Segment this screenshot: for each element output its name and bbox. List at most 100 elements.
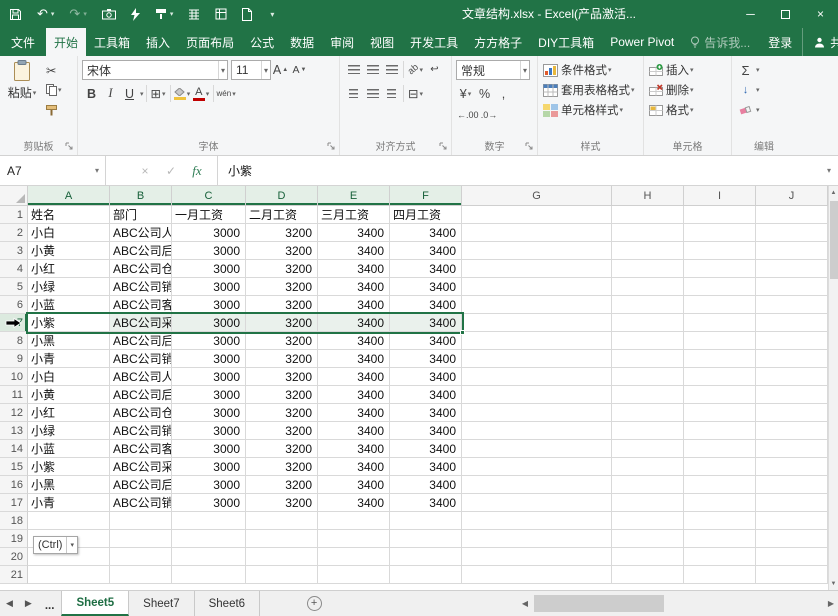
cell-H14[interactable] [612,440,684,458]
cell-J12[interactable] [756,404,828,422]
cell-E3[interactable]: 3400 [318,242,390,260]
format-as-table-button[interactable]: 套用表格格式▾ [542,80,640,100]
row-header-8[interactable]: 8 [0,332,28,350]
row-header-20[interactable]: 20 [0,548,28,566]
cell-D10[interactable]: 3200 [246,368,318,386]
cell-D2[interactable]: 3200 [246,224,318,242]
cell-A6[interactable]: 小蓝 [28,296,110,314]
cell-I3[interactable] [684,242,756,260]
cell-F21[interactable] [390,566,462,584]
paste-button[interactable]: 粘贴▾ [4,60,40,101]
flash-icon[interactable] [128,1,143,27]
cell-J18[interactable] [756,512,828,530]
cell-F18[interactable] [390,512,462,530]
cell-I5[interactable] [684,278,756,296]
cell-I9[interactable] [684,350,756,368]
cell-E17[interactable]: 3400 [318,494,390,512]
cell-E11[interactable]: 3400 [318,386,390,404]
cell-A21[interactable] [28,566,110,584]
cell-C10[interactable]: 3000 [172,368,246,386]
cell-E13[interactable]: 3400 [318,422,390,440]
cell-I18[interactable] [684,512,756,530]
name-box[interactable]: A7▾ [0,156,106,185]
cell-D8[interactable]: 3200 [246,332,318,350]
cell-B18[interactable] [110,512,172,530]
cell-J20[interactable] [756,548,828,566]
cell-C9[interactable]: 3000 [172,350,246,368]
sign-in-button[interactable]: 登录 [758,28,802,56]
sheet-tab-Sheet7[interactable]: Sheet7 [129,591,194,616]
cell-G8[interactable] [462,332,612,350]
select-all-corner[interactable] [0,186,28,205]
cell-H7[interactable] [612,314,684,332]
cell-G19[interactable] [462,530,612,548]
cell-E14[interactable]: 3400 [318,440,390,458]
row-header-1[interactable]: 1 [0,206,28,224]
save-icon[interactable] [6,1,25,27]
cell-A7[interactable]: 小紫 [28,314,110,332]
new-document-icon[interactable] [239,1,255,27]
phonetic-guide-button[interactable]: wén▾ [217,84,236,103]
tab-页面布局[interactable]: 页面布局 [178,28,242,56]
cell-F8[interactable]: 3400 [390,332,462,350]
cell-I15[interactable] [684,458,756,476]
camera-icon[interactable] [99,1,119,27]
cell-H9[interactable] [612,350,684,368]
clear-button[interactable] [737,101,754,120]
cell-J10[interactable] [756,368,828,386]
scroll-down-icon[interactable]: ▼ [829,577,838,590]
cell-E8[interactable]: 3400 [318,332,390,350]
cell-I6[interactable] [684,296,756,314]
cell-E20[interactable] [318,548,390,566]
cell-D20[interactable] [246,548,318,566]
cell-G21[interactable] [462,566,612,584]
merge-center-button[interactable]: ⊟▾ [407,84,424,103]
cell-J13[interactable] [756,422,828,440]
cell-C20[interactable] [172,548,246,566]
row-header-14[interactable]: 14 [0,440,28,458]
font-color-button[interactable]: A▾ [193,84,210,103]
cell-D16[interactable]: 3200 [246,476,318,494]
number-dialog-launcher[interactable] [524,141,535,152]
row-header-18[interactable]: 18 [0,512,28,530]
cell-I17[interactable] [684,494,756,512]
column-header-B[interactable]: B [110,186,172,205]
cell-F15[interactable]: 3400 [390,458,462,476]
cell-A14[interactable]: 小蓝 [28,440,110,458]
share-button[interactable]: 共享 [802,28,838,56]
cell-H11[interactable] [612,386,684,404]
cell-A17[interactable]: 小青 [28,494,110,512]
cell-G1[interactable] [462,206,612,224]
currency-button[interactable]: ¥▾ [457,84,474,103]
format-tool-icon[interactable]: ▾ [152,1,177,27]
cell-H10[interactable] [612,368,684,386]
tab-视图[interactable]: 视图 [362,28,402,56]
cell-F6[interactable]: 3400 [390,296,462,314]
row-header-6[interactable]: 6 [0,296,28,314]
row-header-3[interactable]: 3 [0,242,28,260]
cell-C2[interactable]: 3000 [172,224,246,242]
row-header-12[interactable]: 12 [0,404,28,422]
cell-F7[interactable]: 3400 [390,314,462,332]
cell-H5[interactable] [612,278,684,296]
cell-A2[interactable]: 小白 [28,224,110,242]
tab-开始[interactable]: 开始 [46,28,86,56]
cell-E2[interactable]: 3400 [318,224,390,242]
cell-D9[interactable]: 3200 [246,350,318,368]
cell-B1[interactable]: 部门 [110,206,172,224]
vertical-scrollbar[interactable]: ▲ ▼ [828,186,838,590]
font-size-select[interactable]: 11▾ [231,60,271,80]
cell-D1[interactable]: 二月工资 [246,206,318,224]
percent-button[interactable]: % [476,84,493,103]
cell-J5[interactable] [756,278,828,296]
cell-A10[interactable]: 小白 [28,368,110,386]
cell-H2[interactable] [612,224,684,242]
cell-J17[interactable] [756,494,828,512]
cell-B17[interactable]: ABC公司销 [110,494,172,512]
cell-F14[interactable]: 3400 [390,440,462,458]
cell-E15[interactable]: 3400 [318,458,390,476]
sheet-nav-left-icon[interactable]: ◀ [0,591,19,616]
tab-工具箱[interactable]: 工具箱 [86,28,138,56]
align-left-icon[interactable] [345,84,362,103]
cell-E4[interactable]: 3400 [318,260,390,278]
